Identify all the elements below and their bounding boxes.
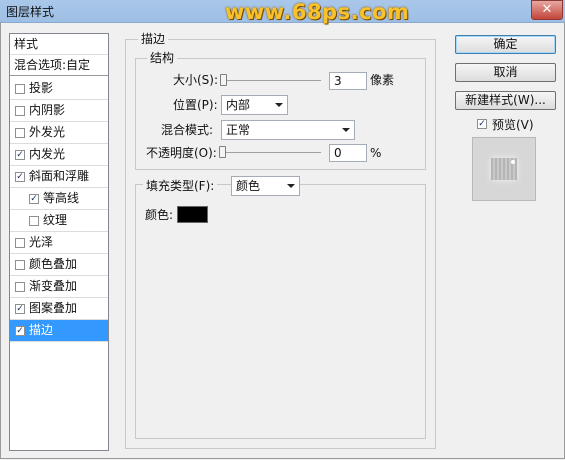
blend-mode-select-value: 正常	[226, 123, 251, 137]
blend-mode-label: 混合模式:	[161, 123, 214, 137]
size-unit: 像素	[370, 73, 395, 87]
check-icon: ✓	[30, 194, 38, 204]
styles-header[interactable]: 样式	[10, 34, 108, 55]
style-item[interactable]: 内阴影	[10, 100, 108, 122]
style-item-checkbox[interactable]	[15, 128, 25, 138]
preview-label: 预览(V)	[492, 118, 534, 132]
style-item[interactable]: ✓ 内发光	[10, 144, 108, 166]
style-item-label: 投影	[29, 81, 54, 95]
style-item-label: 内发光	[29, 147, 66, 161]
style-item-label: 纹理	[43, 213, 68, 227]
blending-options-label: 混合选项:自定	[14, 58, 91, 72]
style-item-checkbox[interactable]: ✓	[15, 326, 25, 336]
opacity-unit: %	[370, 146, 382, 160]
style-item-label: 图案叠加	[29, 301, 78, 315]
size-input[interactable]: 3	[329, 72, 367, 90]
style-item[interactable]: ✓ 斜面和浮雕	[10, 166, 108, 188]
close-icon: ✕	[541, 2, 553, 17]
style-item-label: 颜色叠加	[29, 257, 78, 271]
color-swatch[interactable]	[177, 206, 208, 223]
blending-options-item[interactable]: 混合选项:自定	[10, 55, 108, 76]
style-item-checkbox[interactable]: ✓	[15, 172, 25, 182]
structure-group-title: 结构	[147, 49, 178, 66]
style-item-label: 光泽	[29, 235, 54, 249]
style-item-checkbox[interactable]: ✓	[15, 304, 25, 314]
stroke-group-title: 描边	[138, 30, 169, 47]
style-item-checkbox[interactable]	[15, 84, 25, 94]
opacity-slider-track[interactable]	[222, 152, 321, 153]
style-item-label: 等高线	[43, 191, 80, 205]
size-slider-thumb[interactable]	[220, 74, 227, 86]
style-item[interactable]: 渐变叠加	[10, 276, 108, 298]
style-item-checkbox[interactable]	[15, 282, 25, 292]
preview-highlight	[511, 160, 515, 164]
size-label: 大小(S):	[173, 73, 219, 87]
chevron-down-icon	[342, 128, 350, 132]
chevron-down-icon	[287, 184, 295, 188]
styles-header-label: 样式	[14, 37, 39, 51]
new-style-button[interactable]: 新建样式(W)...	[455, 91, 556, 110]
check-icon: ✓	[16, 326, 24, 336]
ok-button[interactable]: 确定	[455, 35, 556, 54]
title-bar: 图层样式 www.68ps.com ✕	[0, 0, 565, 24]
preview-thumbnail	[472, 137, 536, 201]
style-item[interactable]: ✓ 图案叠加	[10, 298, 108, 320]
cancel-button[interactable]: 取消	[455, 63, 556, 82]
styles-list: 样式 混合选项:自定 投影内阴影外发光 ✓ 内发光 ✓ 斜面和浮雕 ✓ 等高线纹理光泽颜色叠…	[9, 33, 109, 451]
position-label: 位置(P):	[173, 98, 218, 112]
opacity-input[interactable]: 0	[329, 144, 367, 162]
check-icon: ✓	[16, 150, 24, 160]
style-item-label: 外发光	[29, 125, 66, 139]
blend-mode-select[interactable]: 正常	[221, 120, 355, 140]
chevron-down-icon	[275, 103, 283, 107]
close-button[interactable]: ✕	[531, 0, 563, 20]
opacity-label: 不透明度(O):	[146, 146, 217, 160]
style-item[interactable]: ✓ 描边	[10, 320, 108, 342]
style-item-checkbox[interactable]: ✓	[29, 194, 39, 204]
fill-type-label: 填充类型(F):	[143, 177, 218, 195]
style-item-checkbox[interactable]: ✓	[15, 150, 25, 160]
position-select[interactable]: 内部	[221, 95, 288, 115]
fill-type-select-value: 颜色	[236, 179, 261, 193]
style-item[interactable]: 投影	[10, 78, 108, 100]
style-item-label: 渐变叠加	[29, 279, 78, 293]
style-item[interactable]: 纹理	[10, 210, 108, 232]
window-title: 图层样式	[6, 5, 55, 19]
style-item-label: 斜面和浮雕	[29, 169, 90, 183]
style-item-label: 描边	[29, 323, 54, 337]
style-item-checkbox[interactable]	[15, 238, 25, 248]
size-slider-track[interactable]	[222, 80, 321, 81]
check-icon: ✓	[478, 119, 486, 129]
preview-checkbox[interactable]: ✓	[477, 119, 487, 129]
style-item-checkbox[interactable]	[15, 260, 25, 270]
style-item-label: 内阴影	[29, 103, 66, 117]
watermark-text: www.68ps.com	[225, 0, 410, 24]
style-item-checkbox[interactable]	[15, 106, 25, 116]
fill-type-select[interactable]: 颜色	[231, 176, 300, 196]
check-icon: ✓	[16, 172, 24, 182]
style-item-checkbox[interactable]	[29, 216, 39, 226]
color-label: 颜色:	[145, 208, 174, 222]
style-item[interactable]: 颜色叠加	[10, 254, 108, 276]
position-select-value: 内部	[226, 98, 251, 112]
style-item[interactable]: 光泽	[10, 232, 108, 254]
check-icon: ✓	[16, 304, 24, 314]
opacity-slider-thumb[interactable]	[219, 146, 226, 158]
style-item[interactable]: ✓ 等高线	[10, 188, 108, 210]
style-item[interactable]: 外发光	[10, 122, 108, 144]
